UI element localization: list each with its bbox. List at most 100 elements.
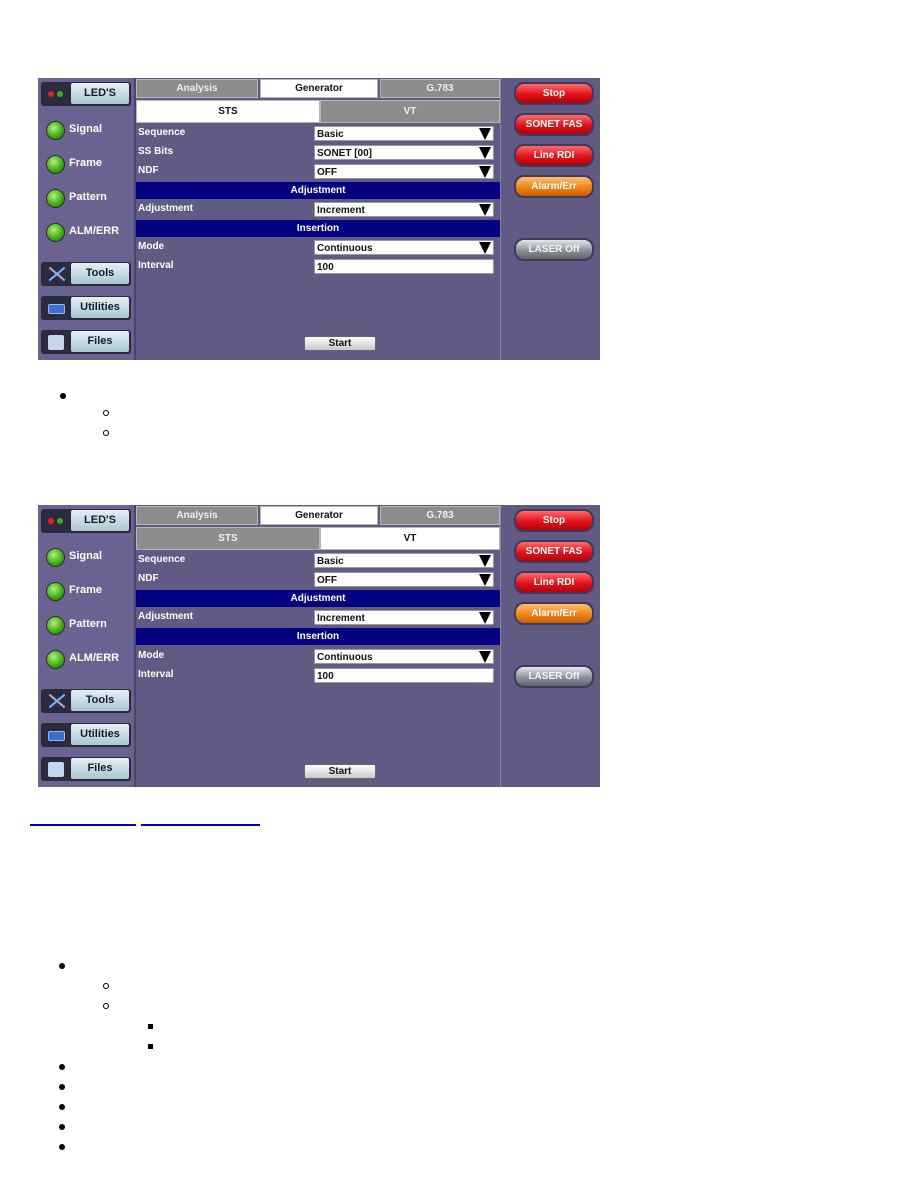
stop-button[interactable]: Stop (514, 82, 594, 105)
pattern-led-icon (46, 189, 65, 208)
line-rdi-button[interactable]: Line RDI (514, 571, 594, 594)
ndf-value: OFF (317, 575, 337, 586)
link-underline[interactable] (141, 824, 260, 826)
right-action-panel: Stop SONET FAS Line RDI Alarm/Err LASER … (502, 78, 600, 360)
tab-generator[interactable]: Generator (260, 79, 378, 98)
link-underline[interactable] (30, 824, 136, 826)
mode-row: Mode Continuous (136, 239, 500, 257)
dropdown-arrow-icon (479, 128, 491, 140)
interval-input[interactable]: 100 (314, 668, 494, 683)
ndf-select[interactable]: OFF (314, 164, 494, 179)
leds-icon (43, 84, 69, 104)
mode-label: Mode (138, 241, 165, 252)
utilities-icon (43, 298, 69, 318)
ndf-select[interactable]: OFF (314, 572, 494, 587)
ndf-row: NDF OFF (136, 163, 500, 181)
bullet-disc (59, 1064, 65, 1070)
tools-button[interactable]: Tools (41, 262, 131, 286)
tools-label: Tools (71, 263, 129, 284)
stop-button[interactable]: Stop (514, 509, 594, 532)
laser-off-button[interactable]: LASER Off (514, 238, 594, 261)
dropdown-arrow-icon (479, 204, 491, 216)
utilities-button[interactable]: Utilities (41, 296, 131, 320)
generator-main-panel: Analysis Generator G.783 STS VT Sequence… (136, 505, 501, 787)
start-button[interactable]: Start (304, 764, 376, 779)
tools-icon (43, 264, 69, 284)
mode-value: Continuous (317, 243, 373, 254)
bullet-disc (59, 1084, 65, 1090)
line-rdi-button[interactable]: Line RDI (514, 144, 594, 167)
ss-bits-row: SS Bits SONET [00] (136, 144, 500, 162)
utilities-label: Utilities (71, 297, 129, 318)
mode-row: Mode Continuous (136, 648, 500, 666)
adjustment-select[interactable]: Increment (314, 610, 494, 625)
alm-err-led-label: ALM/ERR (69, 225, 120, 237)
adjustment-section-header: Adjustment (136, 590, 500, 607)
tab-generator[interactable]: Generator (260, 506, 378, 525)
generator-main-panel: Analysis Generator G.783 STS VT Sequence… (136, 78, 501, 360)
bullet-square (148, 1044, 153, 1049)
leds-icon (43, 511, 69, 531)
alm-err-led-icon (46, 223, 65, 242)
tab-analysis[interactable]: Analysis (136, 506, 258, 525)
alarm-err-button[interactable]: Alarm/Err (514, 175, 594, 198)
adjustment-label: Adjustment (138, 611, 193, 622)
sequence-select[interactable]: Basic (314, 553, 494, 568)
ss-bits-value: SONET [00] (317, 148, 373, 159)
tools-button[interactable]: Tools (41, 689, 131, 713)
left-nav-panel: LED'S Signal Frame Pattern ALM/ERR Tools… (38, 78, 136, 360)
interval-label: Interval (138, 260, 174, 271)
signal-led-icon (46, 121, 65, 140)
pattern-led-label: Pattern (69, 618, 107, 630)
ss-bits-select[interactable]: SONET [00] (314, 145, 494, 160)
leds-button[interactable]: LED'S (41, 82, 131, 106)
sonet-fas-button[interactable]: SONET FAS (514, 540, 594, 563)
tab-g783[interactable]: G.783 (380, 79, 500, 98)
ndf-row: NDF OFF (136, 571, 500, 589)
files-button[interactable]: Files (41, 330, 131, 354)
ndf-label: NDF (138, 165, 159, 176)
mode-select[interactable]: Continuous (314, 649, 494, 664)
tab-analysis[interactable]: Analysis (136, 79, 258, 98)
dropdown-arrow-icon (479, 612, 491, 624)
adjustment-row: Adjustment Increment (136, 609, 500, 627)
laser-off-button[interactable]: LASER Off (514, 665, 594, 688)
adjustment-section-header: Adjustment (136, 182, 500, 199)
subtab-vt[interactable]: VT (320, 527, 500, 550)
leds-button[interactable]: LED'S (41, 509, 131, 533)
adjustment-select[interactable]: Increment (314, 202, 494, 217)
sequence-value: Basic (317, 556, 344, 567)
utilities-button[interactable]: Utilities (41, 723, 131, 747)
alm-err-led-icon (46, 650, 65, 669)
files-button[interactable]: Files (41, 757, 131, 781)
bullet-square (148, 1024, 153, 1029)
sonet-fas-button[interactable]: SONET FAS (514, 113, 594, 136)
subtab-sts[interactable]: STS (136, 527, 320, 550)
subtab-sts[interactable]: STS (136, 100, 320, 123)
frame-led-label: Frame (69, 584, 103, 596)
pattern-led-icon (46, 616, 65, 635)
start-button[interactable]: Start (304, 336, 376, 351)
interval-input[interactable]: 100 (314, 259, 494, 274)
files-icon (43, 759, 69, 779)
bullet-disc (59, 963, 65, 969)
dropdown-arrow-icon (479, 242, 491, 254)
leds-label: LED'S (71, 510, 129, 531)
bullet-disc (60, 393, 66, 399)
insertion-section-header: Insertion (136, 628, 500, 645)
signal-led-icon (46, 548, 65, 567)
subtab-vt[interactable]: VT (320, 100, 500, 123)
utilities-label: Utilities (71, 724, 129, 745)
left-nav-panel: LED'S Signal Frame Pattern ALM/ERR Tools… (38, 505, 136, 787)
interval-row: Interval 100 (136, 667, 500, 685)
tab-g783[interactable]: G.783 (380, 506, 500, 525)
ndf-value: OFF (317, 167, 337, 178)
adjustment-value: Increment (317, 205, 365, 216)
sequence-value: Basic (317, 129, 344, 140)
sequence-select[interactable]: Basic (314, 126, 494, 141)
frame-led-icon (46, 155, 65, 174)
dropdown-arrow-icon (479, 574, 491, 586)
files-icon (43, 332, 69, 352)
alarm-err-button[interactable]: Alarm/Err (514, 602, 594, 625)
mode-select[interactable]: Continuous (314, 240, 494, 255)
